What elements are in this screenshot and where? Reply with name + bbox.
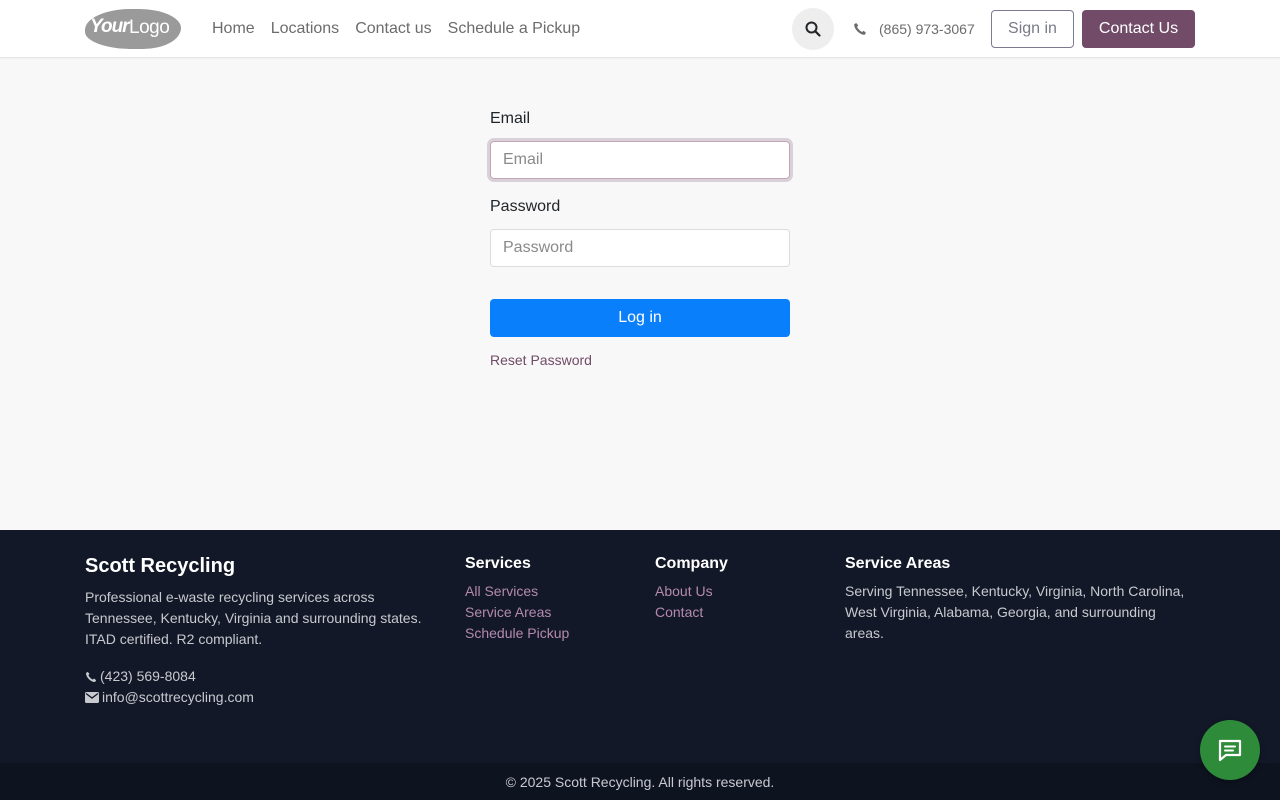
phone-icon <box>854 23 866 35</box>
footer-link-schedule-pickup[interactable]: Schedule Pickup <box>465 623 569 644</box>
footer-link-contact[interactable]: Contact <box>655 602 728 623</box>
site-header: Your Logo Home Locations Contact us Sche… <box>0 0 1280 58</box>
email-label: Email <box>490 110 531 127</box>
header-phone-number: (865) 973-3067 <box>879 21 975 37</box>
footer-brand: Scott Recycling <box>85 555 236 577</box>
footer-link-all-services[interactable]: All Services <box>465 581 569 602</box>
footer-company-column: Company About Us Contact <box>655 530 728 623</box>
footer-services-heading: Services <box>465 555 531 572</box>
login-form: Email Password Log in Reset Password <box>490 109 790 370</box>
footer-contact: (423) 569-8084 info@scottrecycling.com <box>85 666 435 708</box>
logo[interactable]: Your Logo <box>85 9 181 49</box>
footer-link-service-areas[interactable]: Service Areas <box>465 602 569 623</box>
nav-schedule-pickup[interactable]: Schedule a Pickup <box>440 20 589 38</box>
phone-icon <box>86 671 97 682</box>
footer-phone: (423) 569-8084 <box>100 668 196 684</box>
chat-icon <box>1218 739 1242 762</box>
footer-brand-column: Scott Recycling Professional e-waste rec… <box>85 530 435 708</box>
header-phone[interactable]: (865) 973-3067 <box>853 0 975 58</box>
footer-services-column: Services All Services Service Areas Sche… <box>465 530 569 644</box>
log-in-button[interactable]: Log in <box>490 299 790 337</box>
footer-description: Professional e-waste recycling services … <box>85 589 422 647</box>
footer-link-about-us[interactable]: About Us <box>655 581 728 602</box>
reset-password-link[interactable]: Reset Password <box>490 352 592 368</box>
nav-locations[interactable]: Locations <box>263 20 348 38</box>
main-nav: Home Locations Contact us Schedule a Pic… <box>204 0 588 58</box>
email-field[interactable] <box>490 141 790 179</box>
footer-company-heading: Company <box>655 555 728 572</box>
logo-text-your: Your <box>90 16 130 37</box>
envelope-icon <box>85 692 99 703</box>
search-button[interactable] <box>792 8 834 50</box>
password-label: Password <box>490 198 561 215</box>
footer-email: info@scottrecycling.com <box>102 689 254 705</box>
logo-text-logo: Logo <box>129 17 170 38</box>
footer-email-row[interactable]: info@scottrecycling.com <box>85 687 435 708</box>
password-field[interactable] <box>490 229 790 267</box>
footer-areas-text: Serving Tennessee, Kentucky, Virginia, N… <box>845 583 1185 641</box>
nav-home[interactable]: Home <box>204 20 263 38</box>
footer-areas-column: Service Areas Serving Tennessee, Kentuck… <box>845 530 1195 644</box>
contact-us-button[interactable]: Contact Us <box>1082 10 1195 48</box>
search-icon <box>805 21 821 37</box>
site-footer: Scott Recycling Professional e-waste rec… <box>0 530 1280 763</box>
copyright-bar: © 2025 Scott Recycling. All rights reser… <box>0 763 1280 800</box>
chat-button[interactable] <box>1200 720 1260 780</box>
sign-in-button[interactable]: Sign in <box>991 10 1074 48</box>
footer-phone-row[interactable]: (423) 569-8084 <box>85 666 435 687</box>
footer-areas-heading: Service Areas <box>845 555 951 572</box>
copyright-text: © 2025 Scott Recycling. All rights reser… <box>505 773 775 790</box>
nav-contact-us[interactable]: Contact us <box>347 20 439 38</box>
